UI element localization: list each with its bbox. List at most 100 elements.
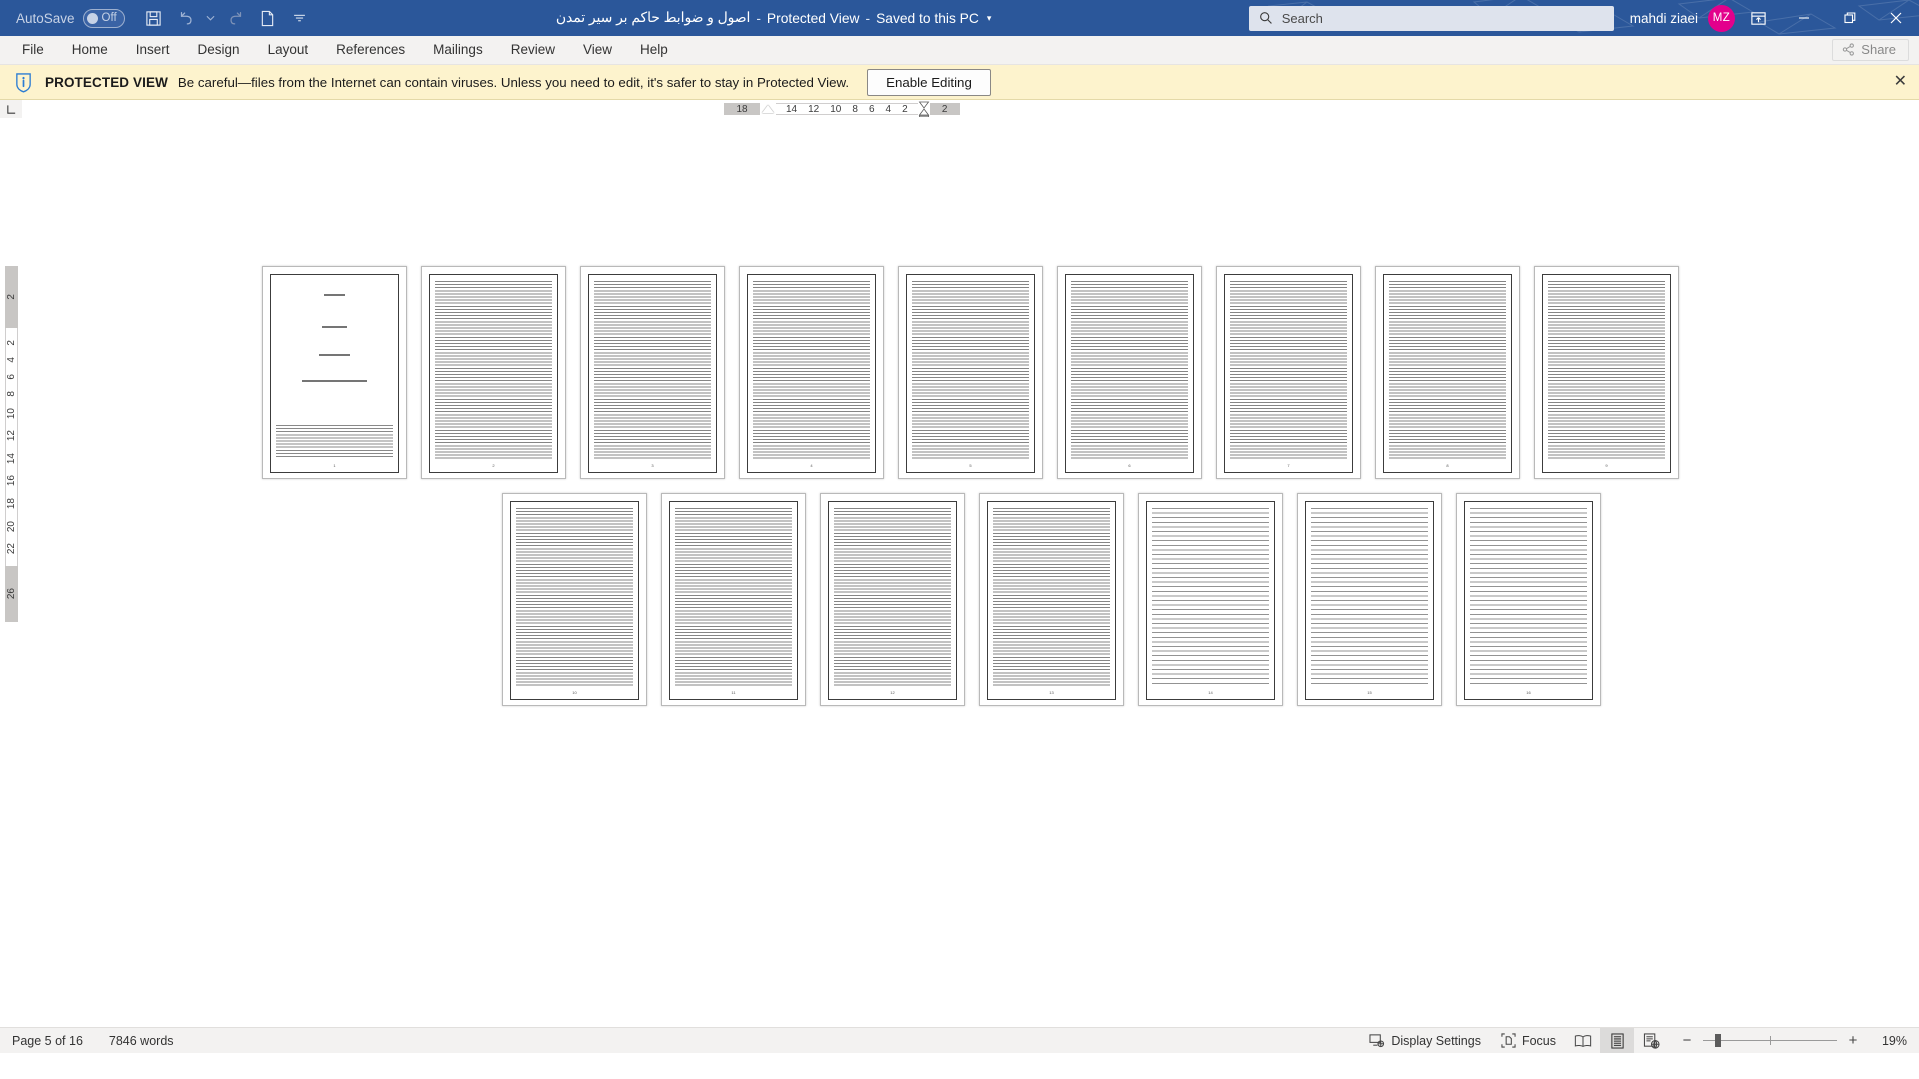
vertical-margin-top-label: 2: [5, 294, 17, 300]
page-thumbnail[interactable]: 8: [1375, 266, 1520, 479]
page-text-block: [912, 281, 1029, 459]
page-thumbnail[interactable]: 5: [898, 266, 1043, 479]
zoom-slider-thumb[interactable]: [1715, 1034, 1721, 1047]
page-thumbnail[interactable]: 4: [739, 266, 884, 479]
page-number: 2: [492, 463, 495, 468]
page-content: 2: [429, 274, 558, 473]
tab-help[interactable]: Help: [626, 38, 682, 62]
save-icon[interactable]: [139, 4, 169, 32]
page-content: 10: [510, 501, 639, 700]
tab-review[interactable]: Review: [497, 38, 569, 62]
share-button[interactable]: Share: [1832, 39, 1909, 61]
ruler-scale: 18 14 12 10 8 6 4 2 2: [724, 100, 960, 118]
search-box[interactable]: Search: [1248, 5, 1614, 31]
ruler-tick-6: 6: [868, 103, 875, 115]
page-content: 14: [1146, 501, 1275, 700]
page-thumbnail[interactable]: 1: [262, 266, 407, 479]
vertical-ruler-page-area[interactable]: 2 4 6 8 10 12 14 16 18 20 22: [4, 328, 18, 566]
zoom-control[interactable]: − + 19%: [1680, 1032, 1907, 1049]
status-bar-right: Display Settings Focus − + 19%: [1359, 1027, 1919, 1054]
enable-editing-button[interactable]: Enable Editing: [867, 68, 991, 96]
vertical-ruler[interactable]: 2 2 4 6 8 10 12 14 16 18 20 22 26: [0, 118, 22, 1053]
read-mode-button[interactable]: [1566, 1028, 1600, 1054]
page-thumbnail[interactable]: 3: [580, 266, 725, 479]
customize-qat-icon[interactable]: [285, 4, 315, 32]
tab-home[interactable]: Home: [58, 38, 122, 62]
vertical-ruler-top-margin[interactable]: 2: [4, 266, 18, 328]
page-thumbnail[interactable]: 7: [1216, 266, 1361, 479]
page-thumbnail[interactable]: 10: [502, 493, 647, 706]
page-thumbnail[interactable]: 16: [1456, 493, 1601, 706]
page-thumbnail[interactable]: 9: [1534, 266, 1679, 479]
display-settings-button[interactable]: Display Settings: [1359, 1028, 1491, 1054]
page-text-block: [435, 281, 552, 459]
print-layout-button[interactable]: [1600, 1027, 1634, 1053]
page-thumbnail[interactable]: 6: [1057, 266, 1202, 479]
web-layout-button[interactable]: [1634, 1028, 1668, 1054]
tab-design[interactable]: Design: [184, 38, 254, 62]
page-thumbnail[interactable]: 15: [1297, 493, 1442, 706]
undo-icon[interactable]: [171, 4, 201, 32]
page-content: 1: [270, 274, 399, 473]
tab-mailings[interactable]: Mailings: [419, 38, 497, 62]
ruler-track[interactable]: 18 14 12 10 8 6 4 2 2: [22, 100, 1919, 117]
focus-button[interactable]: Focus: [1491, 1028, 1566, 1054]
save-location-label[interactable]: Saved to this PC: [876, 11, 979, 26]
page-text-block: [993, 508, 1110, 686]
ruler-tick-2: 2: [902, 103, 908, 115]
page-thumbnail[interactable]: 11: [661, 493, 806, 706]
user-name-label[interactable]: mahdi ziaei: [1630, 11, 1698, 26]
zoom-in-button[interactable]: +: [1846, 1032, 1860, 1049]
first-line-indent-marker[interactable]: [762, 105, 774, 113]
vruler-tick-10: 10: [5, 407, 17, 419]
autosave-state-label: Off: [101, 12, 117, 24]
ribbon-tab-bar: File Home Insert Design Layout Reference…: [0, 36, 1919, 65]
page-number: 7: [1287, 463, 1290, 468]
ruler-left-margin[interactable]: 18: [724, 103, 760, 115]
page-thumbnail[interactable]: 2: [421, 266, 566, 479]
ribbon-display-options-icon[interactable]: [1735, 0, 1781, 36]
tab-view[interactable]: View: [569, 38, 626, 62]
minimize-button[interactable]: [1781, 0, 1827, 36]
page-thumbnail[interactable]: 14: [1138, 493, 1283, 706]
undo-dropdown-icon[interactable]: [203, 4, 219, 32]
avatar[interactable]: MZ: [1708, 4, 1735, 32]
page-thumbnail[interactable]: 13: [979, 493, 1124, 706]
hanging-indent-marker[interactable]: [918, 101, 930, 117]
zoom-slider[interactable]: [1703, 1034, 1837, 1047]
autosave-toggle[interactable]: Off: [82, 8, 125, 28]
redo-icon[interactable]: [221, 4, 251, 32]
share-label: Share: [1861, 42, 1896, 57]
zoom-level-label[interactable]: 19%: [1869, 1034, 1907, 1048]
protected-view-bar: PROTECTED VIEW Be careful—files from the…: [0, 65, 1919, 100]
tab-references[interactable]: References: [322, 38, 419, 62]
document-canvas[interactable]: 2 2 4 6 8 10 12 14 16 18 20 22 26 1 2 3 …: [0, 118, 1919, 1053]
autosave-control[interactable]: AutoSave Off: [16, 8, 125, 28]
tab-insert[interactable]: Insert: [122, 38, 184, 62]
ruler-page-area[interactable]: 14 12 10 8 6 4 2: [776, 103, 918, 115]
word-count[interactable]: 7846 words: [109, 1034, 174, 1048]
page-number: 3: [651, 463, 654, 468]
search-input[interactable]: Search: [1282, 11, 1323, 26]
restore-button[interactable]: [1827, 0, 1873, 36]
tab-file[interactable]: File: [8, 38, 58, 62]
horizontal-ruler[interactable]: 18 14 12 10 8 6 4 2 2: [0, 100, 1919, 118]
protected-view-message: Be careful—files from the Internet can c…: [177, 74, 850, 90]
vertical-ruler-bottom-margin[interactable]: 26: [4, 566, 18, 622]
page-number: 11: [731, 690, 736, 695]
chevron-down-icon[interactable]: ▾: [987, 13, 992, 24]
page-content: 4: [747, 274, 876, 473]
new-doc-icon[interactable]: [253, 4, 283, 32]
page-thumbnail[interactable]: 12: [820, 493, 965, 706]
page-thumbnails-area[interactable]: 1 2 3 4 5 6 7 8 9 10 11 12 13 14 15 16: [22, 118, 1919, 1053]
zoom-out-button[interactable]: −: [1680, 1032, 1694, 1049]
page-content: 5: [906, 274, 1035, 473]
tab-layout[interactable]: Layout: [254, 38, 323, 62]
protected-view-title: PROTECTED VIEW: [45, 74, 168, 90]
ruler-right-margin[interactable]: 2: [929, 103, 960, 115]
close-button[interactable]: [1873, 0, 1919, 36]
left-tab-icon: [6, 104, 15, 114]
page-indicator[interactable]: Page 5 of 16: [12, 1034, 83, 1048]
close-icon[interactable]: ✕: [1894, 74, 1907, 90]
tab-stop-selector[interactable]: [0, 100, 22, 118]
